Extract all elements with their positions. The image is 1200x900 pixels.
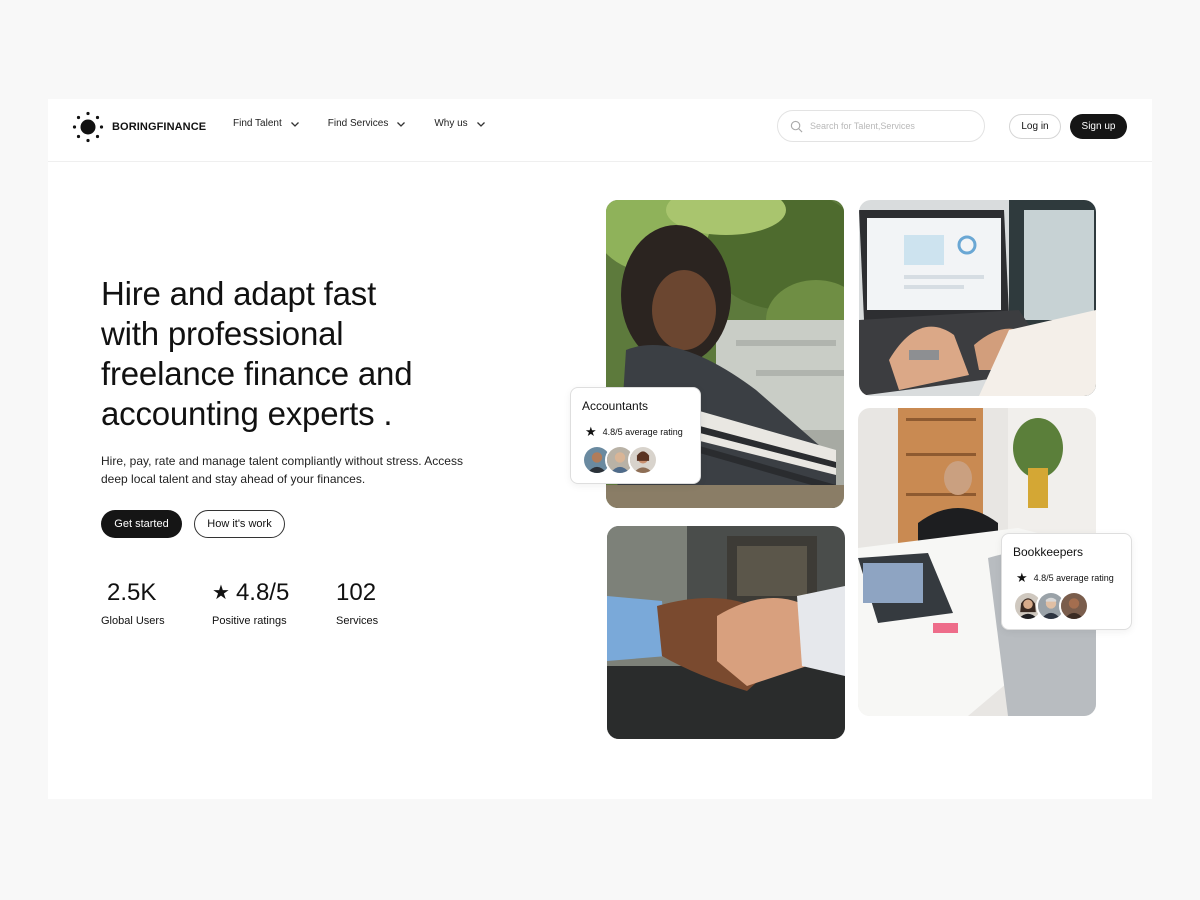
- nav-label: Why us: [434, 118, 468, 129]
- hero-title-line: accounting experts .: [101, 395, 393, 432]
- photo-handshake: [607, 526, 845, 739]
- hero-title-line: freelance finance and: [101, 355, 413, 392]
- card-rating: ★ 4.8/5 average rating: [585, 424, 683, 440]
- login-button[interactable]: Log in: [1009, 114, 1061, 139]
- brand-name: BORINGFINANCE: [112, 121, 207, 133]
- how-it-works-button[interactable]: How it's work: [194, 510, 285, 538]
- signup-button[interactable]: Sign up: [1070, 114, 1127, 139]
- stat-label: Positive ratings: [212, 615, 287, 627]
- hero-subtitle-line: Hire, pay, rate and manage talent compli…: [101, 454, 463, 468]
- hero-title-line: Hire and adapt fast: [101, 275, 377, 312]
- search-input[interactable]: [810, 121, 970, 131]
- nav-find-services[interactable]: Find Services: [328, 118, 407, 129]
- sun-logo-icon: [72, 111, 104, 143]
- stat-label: Global Users: [101, 615, 165, 627]
- stat-value: 102: [336, 579, 377, 606]
- avatar-group: [1013, 591, 1089, 621]
- card-rating-text: 4.8/5 average rating: [602, 427, 683, 437]
- bookkeepers-card[interactable]: Bookkeepers ★ 4.8/5 average rating: [1001, 533, 1132, 630]
- chevron-down-icon: [290, 121, 299, 127]
- stat-positive-ratings: ★ 4.8/5 Positive ratings: [212, 579, 289, 627]
- stat-value: 2.5K: [107, 579, 157, 606]
- search-icon: [790, 120, 803, 132]
- hero-subtitle-line: deep local talent and stay ahead of your…: [101, 472, 366, 486]
- stat-value-row: ★ 4.8/5: [212, 579, 289, 607]
- star-icon: ★: [585, 424, 597, 439]
- star-icon: ★: [1016, 570, 1028, 585]
- stat-label: Services: [336, 615, 379, 627]
- avatar: [1059, 591, 1089, 621]
- stat-services: 102 Services: [336, 579, 378, 627]
- nav-label: Find Talent: [233, 118, 282, 129]
- card-rating-text: 4.8/5 average rating: [1033, 573, 1114, 583]
- nav-why-us[interactable]: Why us: [434, 118, 485, 129]
- landing-page: BORINGFINANCE Find Talent Find Services …: [48, 99, 1152, 799]
- accountants-card[interactable]: Accountants ★ 4.8/5 average rating: [570, 387, 701, 484]
- search-bar[interactable]: [777, 110, 985, 142]
- card-rating: ★ 4.8/5 average rating: [1016, 570, 1114, 586]
- get-started-button[interactable]: Get started: [101, 510, 182, 538]
- photo-laptop-dashboard: [859, 200, 1096, 396]
- card-title: Accountants: [582, 399, 649, 413]
- hero-title-line: with professional: [101, 315, 344, 352]
- stat-value: 4.8/5: [235, 579, 290, 606]
- nav-find-talent[interactable]: Find Talent: [233, 118, 300, 129]
- nav-label: Find Services: [327, 118, 389, 129]
- avatar-group: [582, 445, 658, 475]
- top-navbar: BORINGFINANCE Find Talent Find Services …: [48, 99, 1152, 162]
- avatar: [628, 445, 658, 475]
- chevron-down-icon: [476, 121, 485, 127]
- hero-subtitle: Hire, pay, rate and manage talent compli…: [101, 452, 491, 488]
- hero-title: Hire and adapt fast with professional fr…: [101, 274, 481, 434]
- star-icon: ★: [212, 582, 230, 604]
- stat-global-users: 2.5K Global Users: [101, 579, 165, 627]
- brand-logo[interactable]: BORINGFINANCE: [72, 111, 206, 143]
- card-title: Bookkeepers: [1013, 545, 1084, 559]
- main-nav: Find Talent Find Services Why us: [233, 118, 486, 129]
- chevron-down-icon: [397, 121, 406, 127]
